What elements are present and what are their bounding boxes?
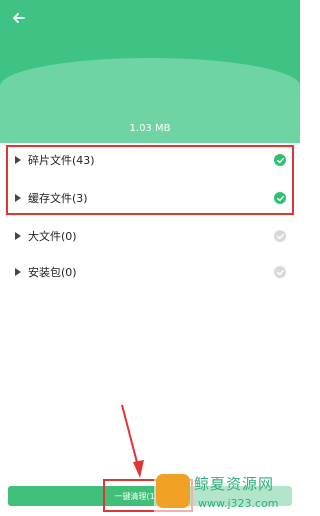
watermark: 鲸夏资源网 www.j323.com: [154, 470, 294, 514]
annotation-arrow: [121, 404, 144, 478]
watermark-text: 鲸夏资源网: [194, 475, 275, 493]
watermark-logo: [156, 474, 190, 508]
watermark-url: www.j323.com: [198, 497, 279, 510]
